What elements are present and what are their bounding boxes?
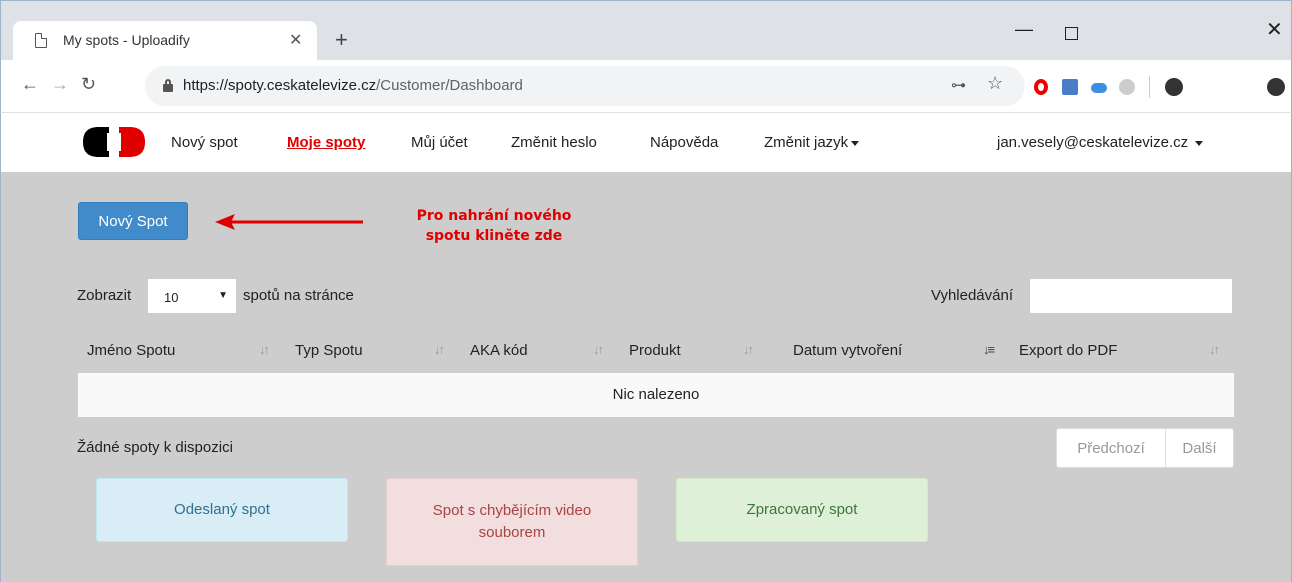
legend-sent-spot: Odeslaný spot (96, 478, 348, 542)
search-label: Vyhledávání (931, 287, 1014, 304)
ct-logo[interactable] (81, 125, 147, 159)
tab-title: My spots - Uploadify (63, 32, 190, 48)
browser-tab[interactable]: My spots - Uploadify ✕ (13, 21, 317, 61)
annotation-text: Pro nahrání nového spotu klinĕte zde (409, 206, 579, 246)
legend-missing-video-spot: Spot s chybějícím video souborem (386, 478, 638, 566)
nav-my-spots[interactable]: Moje spoty (287, 134, 365, 151)
empty-table-message: Nic nalezeno (612, 386, 700, 403)
forward-icon[interactable]: → (51, 74, 69, 95)
nav-my-account[interactable]: Můj účet (411, 134, 468, 151)
main-content: Nový Spot Pro nahrání nového spotu klinĕ… (0, 172, 1292, 582)
sort-icon[interactable]: ↓↑ (434, 342, 445, 357)
reload-icon[interactable]: ↻ (81, 74, 96, 95)
nav-change-password[interactable]: Změnit heslo (511, 134, 597, 151)
extension-icon[interactable] (1119, 79, 1135, 95)
browser-toolbar: ← → ↻ https://spoty.ceskatelevize.cz/Cus… (0, 60, 1292, 112)
sort-icon[interactable]: ↓↑ (259, 342, 270, 357)
page-size-select[interactable]: 10 ▼ (147, 278, 237, 314)
per-page-label: spotů na stránce (243, 287, 354, 304)
annotation-line: spotu klinĕte zde (425, 228, 563, 244)
sort-icon[interactable]: ↓↑ (1209, 342, 1220, 357)
maximize-icon[interactable] (1065, 27, 1078, 40)
column-header[interactable]: Export do PDF (1019, 342, 1117, 359)
toolbar-divider (1149, 76, 1150, 98)
pagination: Předchozí Další (1056, 428, 1234, 468)
sort-icon[interactable]: ↓↑ (743, 342, 754, 357)
url-text[interactable]: https://spoty.ceskatelevize.cz/Customer/… (183, 77, 523, 94)
lock-icon (163, 79, 173, 92)
address-bar[interactable]: https://spoty.ceskatelevize.cz/Customer/… (145, 66, 1025, 106)
legend-processed-spot: Zpracovaný spot (676, 478, 928, 542)
new-tab-icon[interactable]: + (335, 27, 348, 53)
back-icon[interactable]: ← (21, 74, 39, 95)
table-info: Žádné spoty k dispozici (77, 439, 233, 456)
annotation-arrow-icon (215, 214, 363, 230)
user-menu[interactable]: jan.vesely@ceskatelevize.cz (997, 134, 1204, 151)
nav-change-language[interactable]: Změnit jazyk (764, 134, 860, 151)
column-header[interactable]: AKA kód (470, 342, 528, 359)
new-spot-button[interactable]: Nový Spot (78, 202, 188, 240)
column-header[interactable]: Jméno Spotu (87, 342, 175, 359)
cloud-extension-icon[interactable] (1091, 83, 1107, 93)
profile-avatar-icon[interactable] (1165, 78, 1183, 96)
annotation-line: Pro nahrání nového (416, 208, 572, 224)
column-header[interactable]: Datum vytvoření (793, 342, 902, 359)
browser-menu-icon[interactable] (1267, 78, 1285, 96)
chevron-down-icon (1195, 140, 1204, 146)
translate-extension-icon[interactable] (1062, 79, 1078, 95)
bookmark-star-icon[interactable]: ☆ (987, 73, 1003, 94)
nav-help[interactable]: Nápověda (650, 134, 718, 151)
close-window-icon[interactable]: ✕ (1266, 17, 1283, 42)
column-header[interactable]: Produkt (629, 342, 681, 359)
minimize-icon[interactable]: — (1015, 19, 1033, 40)
column-header[interactable]: Typ Spotu (295, 342, 363, 359)
sort-descending-icon[interactable]: ↓≡ (983, 342, 995, 357)
show-label: Zobrazit (77, 287, 132, 304)
legend-missing-label: Spot s chybějícím video souborem (432, 502, 592, 541)
previous-page-button[interactable]: Předchozí (1057, 429, 1166, 467)
next-page-button[interactable]: Další (1166, 429, 1233, 467)
search-input[interactable] (1029, 278, 1233, 314)
chevron-down-icon: ▼ (218, 290, 228, 301)
site-navbar: Nový spot Moje spoty Můj účet Změnit hes… (0, 112, 1292, 172)
page-size-value: 10 (164, 290, 179, 305)
nav-new-spot[interactable]: Nový spot (171, 134, 238, 151)
table-row: Nic nalezeno (78, 373, 1234, 417)
opera-extension-icon[interactable] (1034, 79, 1048, 95)
page-icon (35, 33, 47, 48)
sort-icon[interactable]: ↓↑ (593, 342, 604, 357)
browser-tab-strip: My spots - Uploadify ✕ + — ✕ (0, 0, 1292, 61)
close-tab-icon[interactable]: ✕ (289, 30, 302, 50)
key-icon[interactable]: ⊶ (951, 76, 966, 94)
chevron-down-icon (851, 140, 860, 146)
